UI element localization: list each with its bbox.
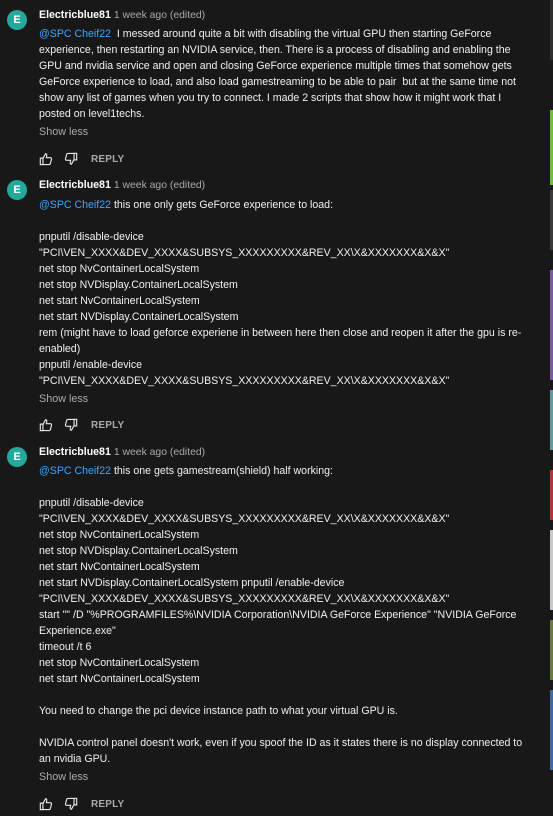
author-name[interactable]: Electricblue81 (39, 179, 111, 191)
comment-actions: REPLY (39, 152, 124, 166)
comment-actions: REPLY (39, 418, 124, 432)
comment-header: Electricblue81 1 week ago (edited) (39, 446, 205, 458)
avatar[interactable]: E (7, 447, 27, 467)
author-name[interactable]: Electricblue81 (39, 9, 111, 21)
comment-body: this one only gets GeForce experience to… (39, 199, 522, 387)
comment-text: @SPC Cheif22 this one gets gamestream(sh… (39, 463, 529, 767)
reply-button[interactable]: REPLY (91, 799, 124, 810)
show-less-button[interactable]: Show less (39, 126, 88, 138)
show-less-button[interactable]: Show less (39, 393, 88, 405)
reply-button[interactable]: REPLY (91, 154, 124, 165)
comment-header: Electricblue81 1 week ago (edited) (39, 9, 205, 21)
dislike-icon[interactable] (64, 797, 78, 811)
mention-link[interactable]: @SPC Cheif22 (39, 199, 111, 211)
show-less-button[interactable]: Show less (39, 771, 88, 783)
like-icon[interactable] (39, 152, 53, 166)
timestamp[interactable]: 1 week ago (edited) (114, 180, 205, 191)
comment-body: I messed around quite a bit with disabli… (39, 28, 519, 120)
timestamp[interactable]: 1 week ago (edited) (114, 10, 205, 21)
comment-actions: REPLY (39, 797, 124, 811)
comment-text: @SPC Cheif22 I messed around quite a bit… (39, 26, 529, 122)
reply-button[interactable]: REPLY (91, 420, 124, 431)
timestamp[interactable]: 1 week ago (edited) (114, 447, 205, 458)
dislike-icon[interactable] (64, 152, 78, 166)
dislike-icon[interactable] (64, 418, 78, 432)
avatar[interactable]: E (7, 10, 27, 30)
author-name[interactable]: Electricblue81 (39, 446, 111, 458)
mention-link[interactable]: @SPC Cheif22 (39, 465, 111, 477)
avatar[interactable]: E (7, 180, 27, 200)
comment-body: this one gets gamestream(shield) half wo… (39, 465, 523, 765)
mention-link[interactable]: @SPC Cheif22 (39, 28, 111, 40)
like-icon[interactable] (39, 418, 53, 432)
like-icon[interactable] (39, 797, 53, 811)
comment-header: Electricblue81 1 week ago (edited) (39, 179, 205, 191)
comment-text: @SPC Cheif22 this one only gets GeForce … (39, 197, 529, 389)
